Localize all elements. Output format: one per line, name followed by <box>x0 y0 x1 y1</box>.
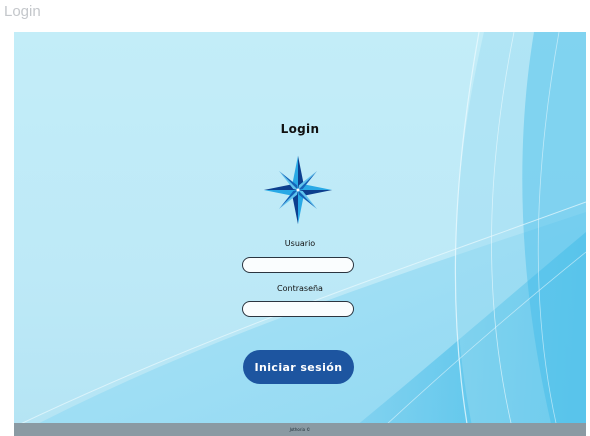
username-label: Usuario <box>284 239 316 248</box>
password-label: Contraseña <box>277 284 323 293</box>
login-screen: Login Usuario Contraseña Iniciar sesión <box>14 32 586 436</box>
window-title: Login <box>4 3 41 20</box>
compass-rose-icon <box>263 155 333 225</box>
username-field[interactable] <box>242 257 354 273</box>
login-button[interactable]: Iniciar sesión <box>243 350 354 384</box>
password-field[interactable] <box>242 301 354 317</box>
footer-text: Jothoria © <box>289 427 311 432</box>
footer: Jothoria © <box>14 423 586 436</box>
login-heading: Login <box>280 122 320 136</box>
